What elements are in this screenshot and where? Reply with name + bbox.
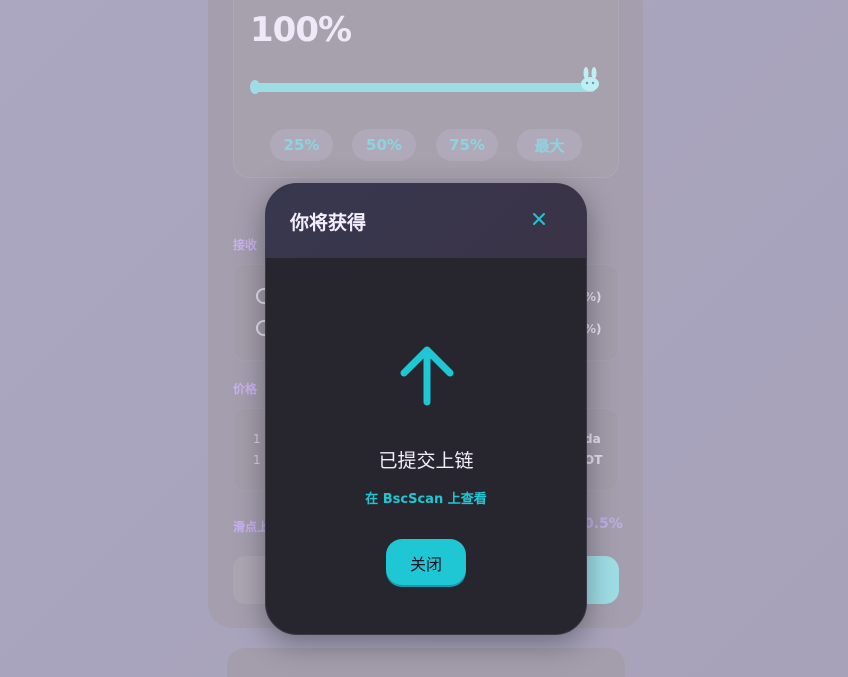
amount-percent: 100% <box>250 10 352 50</box>
modal-title: 你将获得 <box>290 212 367 234</box>
price-label: 价格 <box>233 382 258 396</box>
slippage-value: 0.5% <box>584 516 623 532</box>
slippage-label: 滑点上 <box>233 520 270 534</box>
amount-slider-thumb[interactable] <box>579 66 601 94</box>
modal-header: 你将获得 <box>266 184 586 258</box>
amount-slider-track[interactable] <box>252 83 596 92</box>
receive-label: 接收 <box>233 238 258 252</box>
arrow-up-icon <box>400 346 454 406</box>
remove-button[interactable] <box>584 556 619 604</box>
bscscan-link[interactable]: 在 BscScan 上查看 <box>266 488 586 507</box>
quick-max-button[interactable]: 最大 <box>517 129 582 161</box>
amount-slider-start <box>250 80 260 94</box>
transaction-submitted-modal: 你将获得 已提交上链 在 BscScan 上查看 关闭 <box>265 183 587 635</box>
position-card <box>227 648 625 677</box>
close-button[interactable]: 关闭 <box>386 539 466 587</box>
modal-body: 已提交上链 在 BscScan 上查看 关闭 <box>266 258 586 634</box>
status-text: 已提交上链 <box>378 450 474 472</box>
quick-75-button[interactable]: 75% <box>436 129 498 161</box>
quick-25-button[interactable]: 25% <box>270 129 333 161</box>
bunny-icon <box>581 67 599 91</box>
close-icon[interactable] <box>526 206 552 232</box>
quick-50-button[interactable]: 50% <box>352 129 416 161</box>
